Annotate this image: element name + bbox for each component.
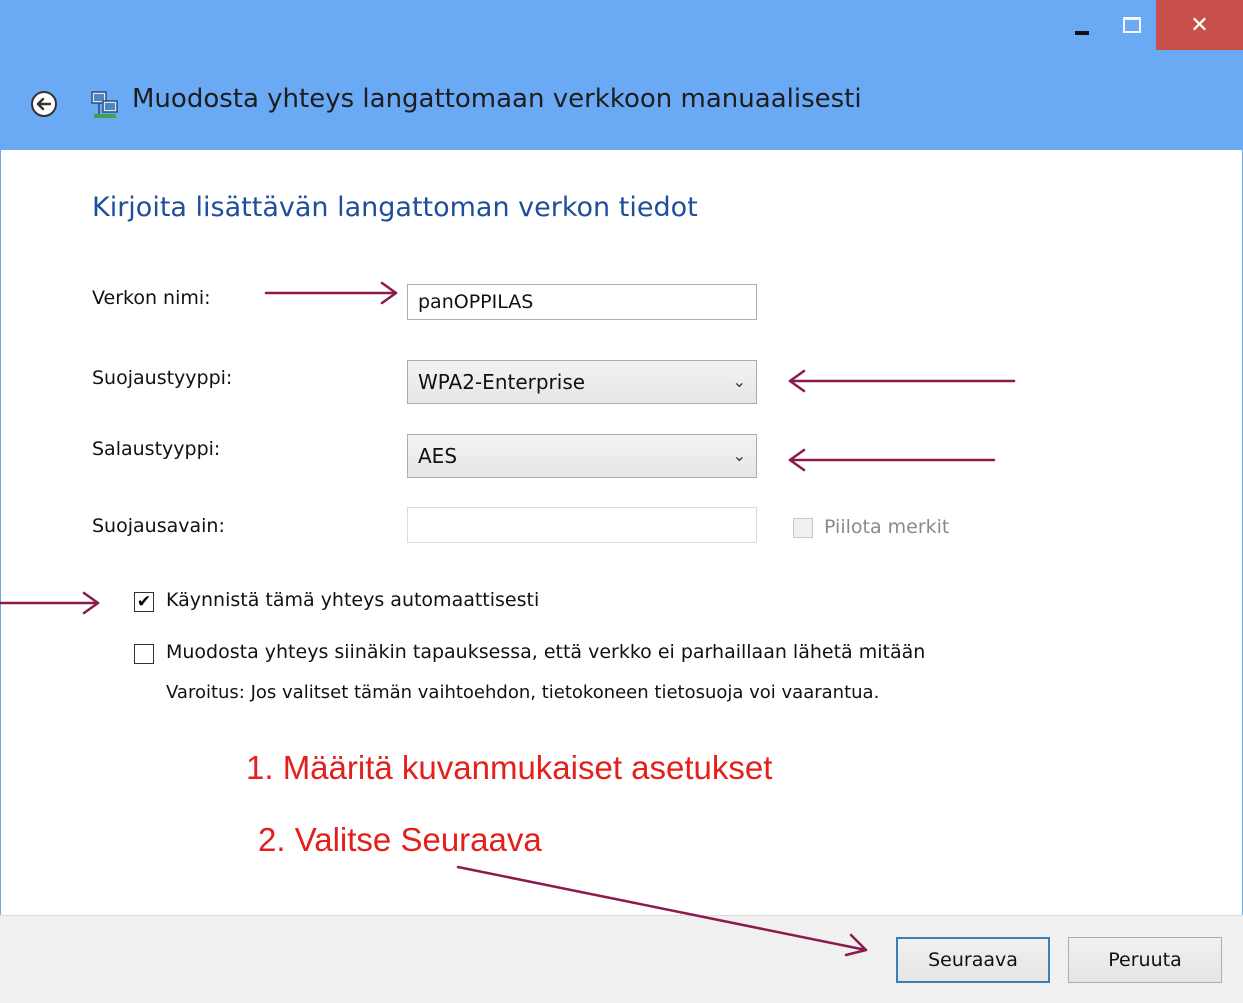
security-type-select[interactable]: WPA2-Enterprise ⌄ [407,360,757,404]
page-heading: Kirjoita lisättävän langattoman verkon t… [92,192,698,223]
close-button[interactable]: ✕ [1156,0,1243,50]
maximize-button[interactable] [1108,0,1156,50]
security-key-label: Suojausavain: [92,515,225,537]
close-icon: ✕ [1190,12,1209,38]
checkmark-icon: ✔ [136,592,152,612]
instruction-step-1: 1. Määritä kuvanmukaiset asetukset [246,749,773,786]
security-type-label: Suojaustyyppi: [92,367,233,389]
chevron-down-icon: ⌄ [732,372,746,391]
network-name-label: Verkon nimi: [92,287,211,309]
security-type-value: WPA2-Enterprise [418,370,586,394]
minimize-icon [1075,31,1089,35]
network-icon [91,91,118,118]
connect-hidden-label: Muodosta yhteys siinäkin tapauksessa, et… [166,641,926,663]
connect-hidden-checkbox[interactable] [134,644,154,664]
auto-start-checkbox[interactable]: ✔ [134,592,154,612]
hide-chars-checkbox[interactable] [793,518,813,538]
instruction-step-2: 2. Valitse Seuraava [258,821,542,858]
back-arrow-icon[interactable] [30,90,58,118]
next-button[interactable]: Seuraava [896,937,1050,983]
privacy-warning: Varoitus: Jos valitset tämän vaihtoehdon… [166,682,880,703]
security-key-input[interactable] [407,507,757,543]
minimize-button[interactable] [1058,0,1106,50]
encryption-type-label: Salaustyyppi: [92,438,221,460]
encryption-type-value: AES [418,444,458,468]
hide-chars-label: Piilota merkit [824,516,950,538]
chevron-down-icon: ⌄ [732,446,746,465]
network-name-input[interactable]: panOPPILAS [407,284,757,320]
maximize-icon [1123,17,1141,33]
cancel-button[interactable]: Peruuta [1068,937,1222,983]
auto-start-label: Käynnistä tämä yhteys automaattisesti [166,589,540,611]
encryption-type-select[interactable]: AES ⌄ [407,434,757,478]
title-bar: ✕ Muodosta yhteys langattomaan verkkoon … [0,0,1243,150]
window-title: Muodosta yhteys langattomaan verkkoon ma… [132,84,862,114]
button-bar [0,915,1243,1003]
